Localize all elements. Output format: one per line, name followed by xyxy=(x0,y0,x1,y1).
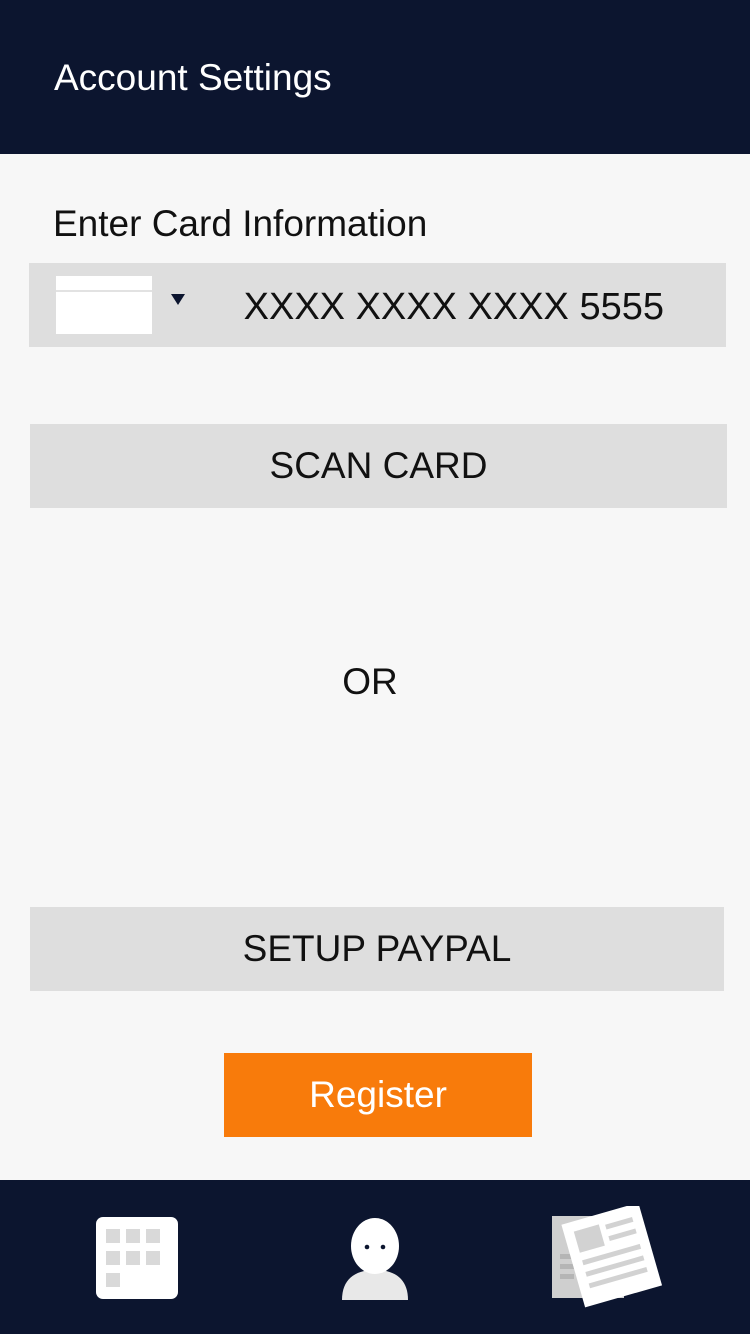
or-divider-text: OR xyxy=(342,661,398,702)
register-button[interactable]: Register xyxy=(224,1053,532,1137)
tab-grid[interactable] xyxy=(0,1180,250,1334)
scan-card-button[interactable]: SCAN CARD xyxy=(30,424,727,508)
header-bar: Account Settings xyxy=(0,0,750,154)
card-number-field[interactable]: XXXX XXXX XXXX 5555 xyxy=(244,285,664,329)
profile-icon xyxy=(342,1218,408,1300)
setup-paypal-button[interactable]: SETUP PAYPAL xyxy=(30,907,724,991)
page-title: Account Settings xyxy=(54,57,332,98)
account-settings-screen: Account Settings Enter Card Information … xyxy=(0,0,750,1334)
card-icon xyxy=(56,276,152,334)
grid-icon xyxy=(96,1217,178,1299)
tab-news[interactable] xyxy=(500,1180,750,1334)
card-stripe xyxy=(56,290,152,292)
news-icon xyxy=(552,1206,662,1308)
card-input-row: XXXX XXXX XXXX 5555 xyxy=(29,263,726,347)
dropdown-arrow-icon xyxy=(171,294,185,305)
card-type-dropdown[interactable] xyxy=(56,276,191,334)
tab-profile[interactable] xyxy=(250,1180,500,1334)
card-info-label: Enter Card Information xyxy=(53,203,428,244)
bottom-tab-bar xyxy=(0,1180,750,1334)
